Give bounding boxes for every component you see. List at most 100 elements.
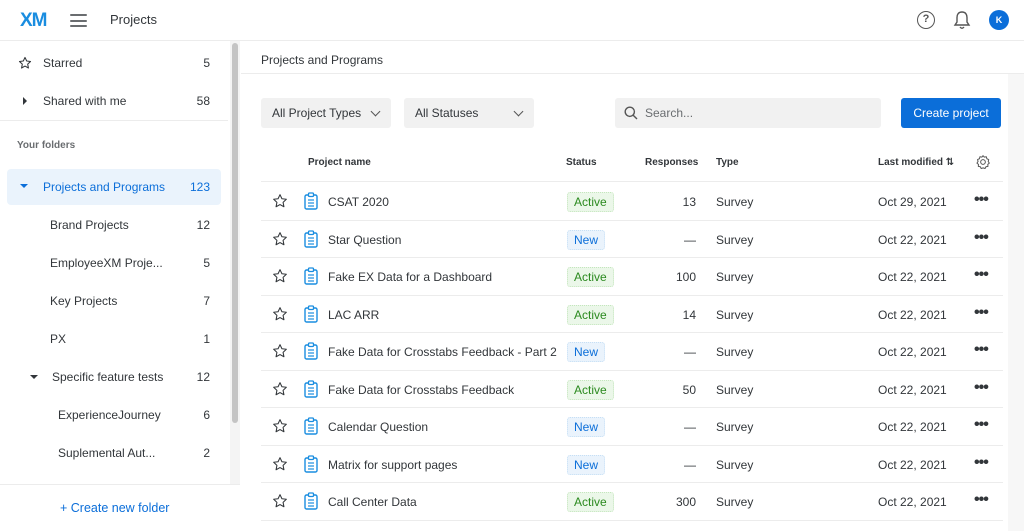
responses-count: —: [684, 345, 696, 359]
column-header-status[interactable]: Status: [566, 157, 597, 168]
survey-icon: [304, 229, 318, 248]
folder-specific-feature-tests[interactable]: Specific feature tests 12: [0, 359, 228, 395]
avatar[interactable]: K: [989, 10, 1009, 30]
table-row[interactable]: CSAT 2020 Active 13 Survey Oct 29, 2021 …: [261, 183, 1003, 221]
folder-count: 123: [189, 180, 210, 194]
main-scrollbar[interactable]: [1008, 74, 1024, 531]
star-icon[interactable]: [272, 343, 288, 359]
folder-label: Key Projects: [50, 294, 118, 308]
star-icon[interactable]: [272, 193, 288, 209]
sidebar-item-shared[interactable]: Shared with me 58: [0, 83, 228, 119]
folder-label: PX: [50, 332, 67, 346]
project-name-link[interactable]: Fake Data for Crosstabs Feedback: [328, 383, 514, 397]
status-badge: Active: [567, 379, 614, 400]
folder-brand-projects[interactable]: Brand Projects 12: [0, 207, 228, 243]
column-header-type[interactable]: Type: [716, 157, 739, 168]
survey-icon: [304, 417, 318, 435]
sidebar-item-count: 58: [196, 94, 210, 108]
star-icon[interactable]: [272, 381, 288, 397]
responses-count: 14: [682, 307, 696, 322]
folder-key-projects[interactable]: Key Projects 7: [0, 283, 228, 319]
star-icon[interactable]: [272, 493, 288, 509]
table-row[interactable]: Fake Data for Crosstabs Feedback Active …: [261, 371, 1003, 408]
folder-experiencejourney[interactable]: ExperienceJourney 6: [0, 397, 228, 433]
more-actions-icon[interactable]: •••: [974, 416, 989, 434]
create-new-folder-button[interactable]: + Create new folder: [60, 501, 169, 515]
sidebar-item-label: Shared with me: [43, 94, 127, 108]
folder-projects-and-programs[interactable]: Projects and Programs 123: [7, 169, 221, 205]
more-actions-icon[interactable]: •••: [974, 454, 989, 472]
more-actions-icon[interactable]: •••: [974, 191, 989, 209]
search-box[interactable]: [615, 98, 881, 128]
sidebar-item-label: Starred: [43, 56, 83, 70]
project-name-link[interactable]: Star Question: [328, 233, 401, 247]
status-badge: New: [567, 229, 606, 250]
table-row[interactable]: Star Question New — Survey Oct 22, 2021 …: [261, 221, 1003, 258]
caret-right-icon[interactable]: [23, 97, 27, 105]
status-badge: Active: [567, 267, 614, 287]
responses-count: 13: [682, 195, 696, 209]
menu-icon[interactable]: [70, 14, 87, 27]
create-project-button[interactable]: Create project: [901, 98, 1001, 128]
sidebar-item-starred[interactable]: Starred 5: [0, 45, 228, 81]
folder-label: EmployeeXM Proje...: [50, 256, 163, 270]
dropdown-value: All Statuses: [415, 106, 479, 120]
search-input[interactable]: [645, 98, 875, 128]
responses-count: —: [684, 457, 696, 472]
project-name-link[interactable]: Matrix for support pages: [328, 458, 457, 472]
table-row[interactable]: Calendar Question New — Survey Oct 22, 2…: [261, 408, 1003, 446]
folder-label: Projects and Programs: [43, 180, 166, 194]
gear-icon[interactable]: [975, 154, 991, 170]
table-row[interactable]: Fake EX Data for a Dashboard Active 100 …: [261, 258, 1003, 296]
xm-logo[interactable]: XM: [20, 10, 47, 32]
responses-count: 100: [675, 270, 696, 284]
status-badge: New: [567, 454, 606, 475]
column-header-last-modified[interactable]: Last modified ⇅: [878, 157, 954, 168]
project-name-link[interactable]: Fake Data for Crosstabs Feedback - Part …: [328, 345, 557, 359]
table-row[interactable]: LAC ARR Active 14 Survey Oct 22, 2021 ••…: [261, 296, 1003, 333]
project-name-link[interactable]: CSAT 2020: [328, 195, 389, 209]
sidebar: Starred 5 Shared with me 58 Your folders…: [0, 41, 240, 531]
bell-icon[interactable]: [953, 10, 971, 30]
table-row[interactable]: Call Center Data Active 300 Survey Oct 2…: [261, 483, 1003, 521]
status-dropdown[interactable]: All Statuses: [404, 98, 534, 128]
help-icon[interactable]: ?: [917, 11, 935, 29]
chevron-down-icon: [513, 106, 524, 117]
status-badge: New: [567, 342, 606, 362]
folder-label: Brand Projects: [50, 218, 129, 232]
project-name-link[interactable]: LAC ARR: [328, 308, 379, 322]
project-name-link[interactable]: Call Center Data: [328, 495, 417, 509]
star-icon[interactable]: [272, 231, 288, 247]
folder-px[interactable]: PX 1: [0, 321, 228, 357]
project-type: Survey: [716, 457, 754, 472]
more-actions-icon[interactable]: •••: [974, 491, 989, 509]
last-modified-date: Oct 22, 2021: [878, 495, 947, 509]
sidebar-scrollbar-thumb[interactable]: [232, 43, 238, 423]
table-row[interactable]: Fake Data for Crosstabs Feedback - Part …: [261, 333, 1003, 371]
more-actions-icon[interactable]: •••: [974, 229, 989, 247]
caret-down-icon[interactable]: [30, 375, 38, 379]
more-actions-icon[interactable]: •••: [974, 379, 989, 397]
more-actions-icon[interactable]: •••: [974, 266, 989, 284]
last-modified-date: Oct 22, 2021: [878, 457, 947, 472]
project-type: Survey: [716, 382, 754, 397]
folder-suplemental[interactable]: Suplemental Aut... 2: [0, 435, 228, 471]
status-badge: Active: [567, 492, 614, 512]
project-name-link[interactable]: Fake EX Data for a Dashboard: [328, 270, 492, 284]
column-header-responses[interactable]: Responses: [645, 157, 698, 168]
more-actions-icon[interactable]: •••: [974, 304, 989, 322]
more-actions-icon[interactable]: •••: [974, 341, 989, 359]
folder-employeexm-projects[interactable]: EmployeeXM Proje... 5: [0, 245, 228, 281]
project-type-dropdown[interactable]: All Project Types: [261, 98, 391, 128]
table-header: Project name Status Responses Type Last …: [261, 145, 1003, 182]
folder-count: 6: [203, 408, 210, 422]
star-icon[interactable]: [272, 418, 288, 434]
caret-down-icon[interactable]: [20, 184, 28, 188]
star-icon[interactable]: [272, 306, 288, 322]
folder-label: Specific feature tests: [52, 370, 164, 384]
table-row[interactable]: Matrix for support pages New — Survey Oc…: [261, 446, 1003, 483]
star-icon[interactable]: [272, 456, 288, 472]
column-header-name[interactable]: Project name: [308, 157, 371, 168]
star-icon[interactable]: [272, 268, 288, 284]
project-name-link[interactable]: Calendar Question: [328, 420, 428, 434]
